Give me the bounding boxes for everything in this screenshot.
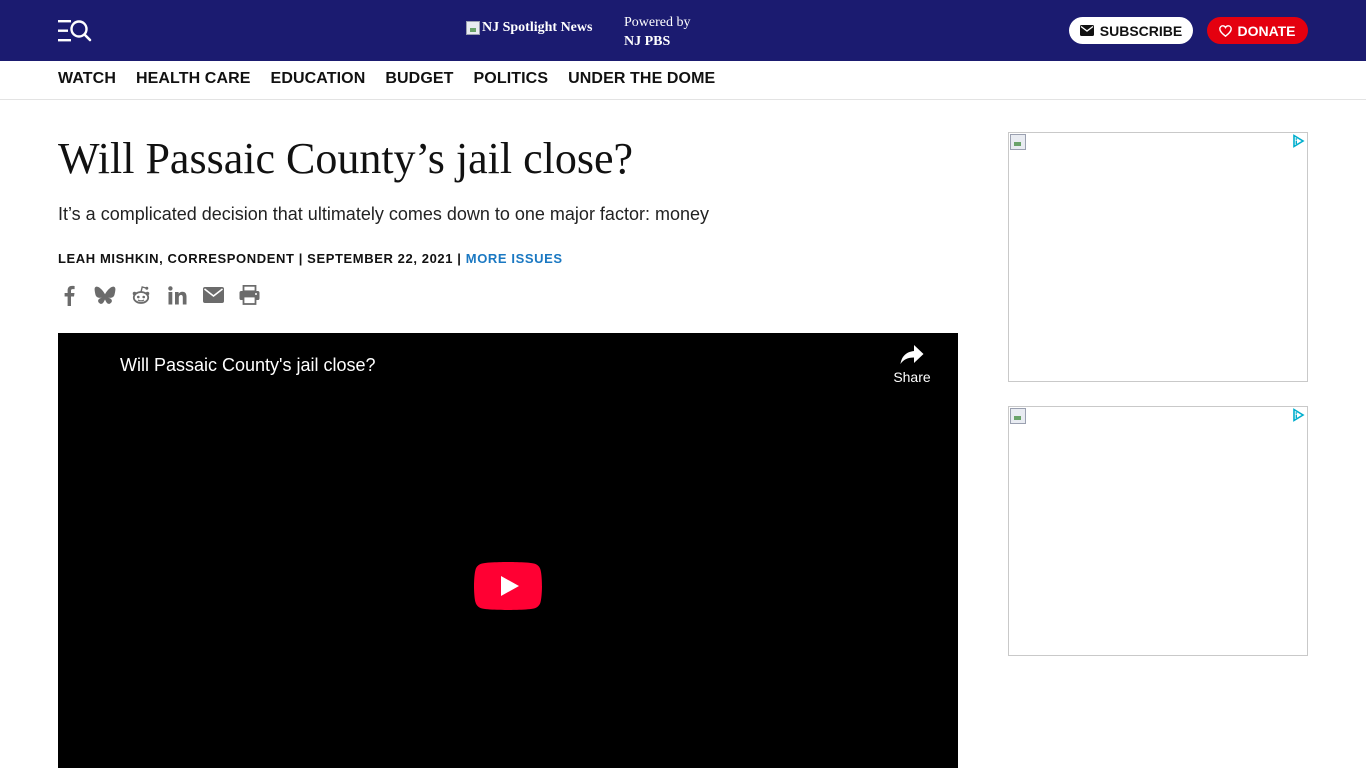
powered-by-label: Powered by [624,15,691,30]
article-byline: LEAH MISHKIN, CORRESPONDENT | SEPTEMBER … [58,251,563,266]
adchoices-icon[interactable] [1291,134,1305,148]
site-logo[interactable]: NJ Spotlight News [466,18,592,38]
broken-image-icon [466,21,480,35]
sidebar-ad[interactable] [1008,132,1308,382]
menu-search-icon[interactable] [58,19,92,43]
video-title[interactable]: Will Passaic County's jail close? [120,355,376,376]
broken-image-icon [1010,408,1026,424]
nav-item-politics[interactable]: POLITICS [474,70,549,88]
youtube-play-icon [474,562,542,610]
byline-date: SEPTEMBER 22, 2021 [307,251,454,266]
nav-item-under-the-dome[interactable]: UNDER THE DOME [568,70,715,88]
video-share-button[interactable]: Share [886,345,938,385]
sidebar-ad[interactable] [1008,406,1308,656]
adchoices-icon[interactable] [1291,408,1305,422]
byline-author: LEAH MISHKIN, CORRESPONDENT [58,251,295,266]
share-arrow-icon [900,345,924,364]
site-header: NJ Spotlight News Powered by NJ PBS SUBS… [0,0,1366,61]
print-icon[interactable] [238,284,260,306]
donate-label: DONATE [1237,22,1296,39]
article-dek: It’s a complicated decision that ultimat… [58,204,709,224]
bluesky-icon[interactable] [94,284,116,306]
email-icon[interactable] [202,284,224,306]
subscribe-label: SUBSCRIBE [1099,22,1183,39]
play-button[interactable] [474,562,542,610]
broken-image-icon [1010,134,1026,150]
nav-item-health-care[interactable]: HEALTH CARE [136,70,251,88]
nav-item-education[interactable]: EDUCATION [271,70,366,88]
video-share-label: Share [893,369,931,385]
more-issues-link[interactable]: MORE ISSUES [466,251,563,266]
powered-by-brand: NJ PBS [624,34,671,49]
section-nav: WATCH HEALTH CARE EDUCATION BUDGET POLIT… [0,61,1366,100]
facebook-icon[interactable] [58,284,80,306]
donate-button[interactable]: DONATE [1207,17,1308,44]
article-headline: Will Passaic County’s jail close? [58,134,634,183]
byline-separator: | [453,251,466,266]
share-bar [58,284,260,306]
nav-item-budget[interactable]: BUDGET [385,70,453,88]
heart-icon [1219,24,1233,37]
reddit-icon[interactable] [130,284,152,306]
envelope-icon [1079,25,1094,36]
nav-item-watch[interactable]: WATCH [58,70,116,88]
powered-by[interactable]: Powered by NJ PBS [624,13,691,51]
video-player[interactable]: Will Passaic County's jail close? Share [58,333,958,768]
byline-separator: | [294,251,308,266]
logo-alt-text: NJ Spotlight News [482,20,593,35]
linkedin-icon[interactable] [166,284,188,306]
subscribe-button[interactable]: SUBSCRIBE [1069,17,1193,44]
